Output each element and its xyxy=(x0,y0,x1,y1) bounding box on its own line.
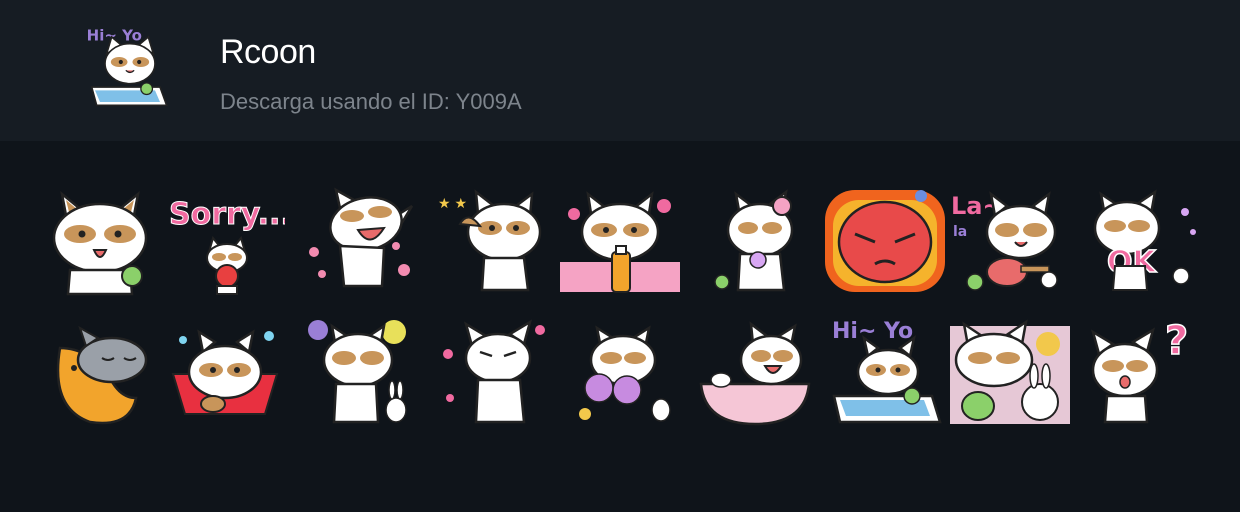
sticker-raccoon-thinking[interactable]: ★ ★ xyxy=(432,186,552,296)
sticker-raccoon-determined[interactable] xyxy=(432,318,552,428)
lala-small-caption: la xyxy=(953,224,967,240)
sticker-raccoon-drink[interactable] xyxy=(560,186,680,296)
question-caption: ? xyxy=(1165,318,1188,364)
sparkle-icon: ★ ★ xyxy=(438,195,467,211)
sticker-raccoon-smiling[interactable] xyxy=(40,186,160,296)
sticker-raccoon-icecream[interactable] xyxy=(700,186,820,296)
sticker-raccoon-laughing[interactable] xyxy=(300,186,420,296)
sticker-raccoon-guitar[interactable]: La~ la xyxy=(945,186,1065,296)
sticker-raccoon-music-bunny[interactable] xyxy=(300,318,420,428)
sticker-raccoon-hi-yo[interactable]: Hi~ Yo xyxy=(828,318,948,428)
sticker-raccoon-sleeping[interactable] xyxy=(40,318,160,428)
sticker-raccoon-hero[interactable] xyxy=(165,318,285,428)
hiyo-caption: Hi~ Yo xyxy=(832,319,913,344)
sticker-raccoon-angry[interactable] xyxy=(825,186,945,296)
sticker-raccoon-bath[interactable] xyxy=(695,318,815,428)
sticker-raccoon-crying-friends[interactable] xyxy=(950,318,1070,428)
sticker-raccoon-question[interactable]: ? xyxy=(1085,318,1205,428)
sticker-raccoon-sorry[interactable]: Sorry... xyxy=(165,186,285,296)
sticker-raccoon-flowers[interactable] xyxy=(565,318,685,428)
sticker-raccoon-ok[interactable]: OK xyxy=(1085,186,1205,296)
sticker-grid: Sorry... ★ ★ La~ la OK Hi~ Yo ? xyxy=(0,0,1240,512)
sorry-caption: Sorry... xyxy=(169,197,285,232)
